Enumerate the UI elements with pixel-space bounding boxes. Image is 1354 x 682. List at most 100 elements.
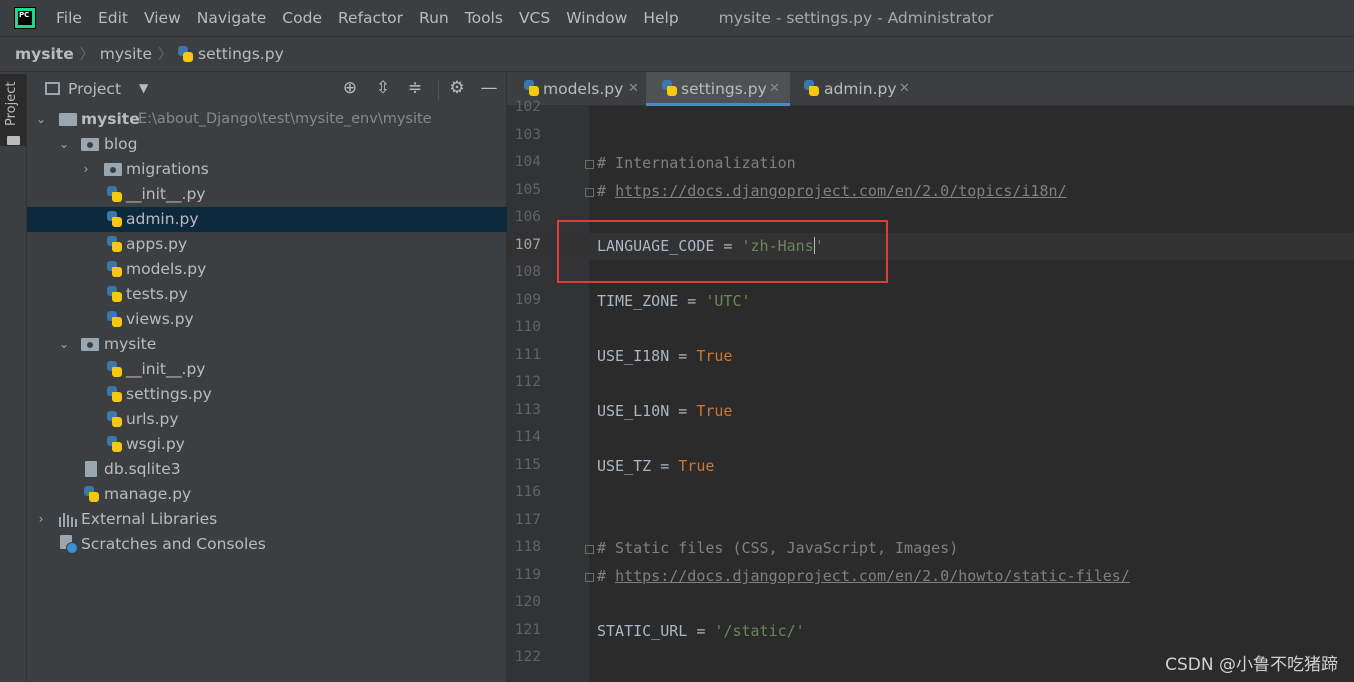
menu-navigate[interactable]: Navigate (197, 9, 267, 27)
tree-item-blog[interactable]: ⌄ blog (27, 132, 507, 157)
menu-code[interactable]: Code (282, 9, 322, 27)
close-icon[interactable]: ✕ (628, 72, 639, 106)
menu-view[interactable]: View (144, 9, 181, 27)
line-number: 109 (514, 292, 541, 308)
python-file-icon (107, 411, 122, 427)
tree-item-file[interactable]: settings.py (27, 382, 507, 407)
tree-item-label: models.py (126, 260, 207, 278)
python-file-icon (107, 186, 122, 202)
tree-item-label: manage.py (104, 485, 192, 503)
collapse-all-icon[interactable]: ≑ (405, 78, 425, 98)
tree-item-label: mysite (81, 110, 140, 128)
tree-item-file[interactable]: urls.py (27, 407, 507, 432)
project-tool-button[interactable]: Project (0, 74, 26, 146)
menu-refactor[interactable]: Refactor (338, 9, 403, 27)
tree-item-file[interactable]: tests.py (27, 282, 507, 307)
project-view-selector[interactable]: Project (68, 80, 121, 98)
gear-icon[interactable]: ⚙ (447, 78, 467, 98)
locate-file-icon[interactable]: ⊕ (340, 78, 360, 98)
menu-run[interactable]: Run (419, 9, 449, 27)
python-file-icon (107, 286, 122, 302)
expand-all-icon[interactable]: ⇳ (373, 78, 393, 98)
tree-item-file-selected[interactable]: admin.py (27, 207, 507, 232)
scratches-icon (60, 535, 78, 554)
chevron-down-icon[interactable]: ⌄ (35, 107, 47, 132)
folder-icon (59, 113, 77, 126)
code-line: USE_TZ = True (597, 457, 715, 475)
tree-item-label: Scratches and Consoles (81, 535, 266, 553)
tab-label: admin.py (824, 80, 897, 98)
tree-item-external-libraries[interactable]: › External Libraries (27, 507, 507, 532)
python-file-icon (804, 80, 819, 96)
chevron-right-icon[interactable]: › (80, 157, 92, 182)
chevron-down-icon[interactable]: ⌄ (58, 132, 70, 157)
menu-file[interactable]: File (56, 9, 82, 27)
tree-item-file[interactable]: wsgi.py (27, 432, 507, 457)
tab-label: models.py (543, 80, 624, 98)
pycharm-logo-icon: PC (14, 7, 36, 29)
python-file-icon (84, 486, 99, 502)
hide-panel-icon[interactable]: — (479, 78, 499, 98)
fold-marker-icon[interactable] (585, 573, 594, 582)
tree-item-label: External Libraries (81, 510, 218, 528)
project-tool-label: Project (4, 81, 19, 126)
tree-item-label: blog (104, 135, 138, 153)
code-line: USE_L10N = True (597, 402, 733, 420)
database-file-icon (84, 461, 99, 477)
tree-item-file[interactable]: manage.py (27, 482, 507, 507)
code-line: # https://docs.djangoproject.com/en/2.0/… (597, 182, 1067, 200)
tree-item-file[interactable]: db.sqlite3 (27, 457, 507, 482)
fold-marker-icon[interactable] (585, 160, 594, 169)
tab-admin[interactable]: admin.py ✕ (790, 72, 920, 106)
line-number: 104 (514, 154, 541, 170)
code-line: # Static files (CSS, JavaScript, Images) (597, 539, 959, 557)
breadcrumb-file[interactable]: settings.py (198, 45, 284, 63)
tree-item-scratches[interactable]: Scratches and Consoles (27, 532, 507, 557)
docs-link[interactable]: https://docs.djangoproject.com/en/2.0/ho… (615, 567, 1130, 585)
tree-item-mysite-package[interactable]: ⌄ mysite (27, 332, 507, 357)
breadcrumb: mysite 〉 mysite 〉 settings.py (0, 36, 1354, 72)
dropdown-caret-icon[interactable]: ▼ (139, 81, 148, 95)
menu-edit[interactable]: Edit (98, 9, 128, 27)
tree-item-file[interactable]: models.py (27, 257, 507, 282)
tree-item-file[interactable]: views.py (27, 307, 507, 332)
python-file-icon (178, 46, 194, 62)
close-icon[interactable]: ✕ (899, 72, 910, 106)
tree-item-file[interactable]: apps.py (27, 232, 507, 257)
menu-window[interactable]: Window (566, 9, 627, 27)
tree-item-label: db.sqlite3 (104, 460, 181, 478)
menu-help[interactable]: Help (643, 9, 678, 27)
package-folder-icon (81, 138, 99, 151)
line-number: 103 (514, 127, 541, 143)
tree-item-mysite-root[interactable]: ⌄ mysite E:\about_Django\test\mysite_env… (27, 107, 507, 132)
chevron-right-icon[interactable]: › (35, 507, 47, 532)
line-number: 115 (514, 457, 541, 473)
line-number: 102 (514, 99, 541, 115)
breadcrumb-chevron-icon: 〉 (158, 47, 172, 63)
line-number: 106 (514, 209, 541, 225)
fold-marker-icon[interactable] (585, 188, 594, 197)
menu-tools[interactable]: Tools (465, 9, 503, 27)
python-file-icon (107, 211, 122, 227)
tree-item-file[interactable]: __init__.py (27, 357, 507, 382)
tree-item-label: apps.py (126, 235, 188, 253)
docs-link[interactable]: https://docs.djangoproject.com/en/2.0/to… (615, 182, 1067, 200)
tree-item-label: migrations (126, 160, 209, 178)
tab-settings[interactable]: settings.py ✕ (646, 72, 790, 106)
python-file-icon (107, 311, 122, 327)
line-number: 121 (514, 622, 541, 638)
tree-item-migrations[interactable]: › migrations (27, 157, 507, 182)
breadcrumb-folder[interactable]: mysite (100, 45, 152, 63)
tree-item-label: __init__.py (126, 360, 206, 378)
tree-item-file[interactable]: __init__.py (27, 182, 507, 207)
chevron-down-icon[interactable]: ⌄ (58, 332, 70, 357)
breadcrumb-project[interactable]: mysite (15, 45, 74, 63)
tree-item-label: urls.py (126, 410, 179, 428)
code-line: STATIC_URL = '/static/' (597, 622, 805, 640)
line-number: 113 (514, 402, 541, 418)
fold-marker-icon[interactable] (585, 545, 594, 554)
editor-tab-bar: models.py ✕ settings.py ✕ admin.py ✕ (507, 72, 1354, 106)
menu-vcs[interactable]: VCS (519, 9, 550, 27)
line-number-current: 107 (514, 237, 541, 253)
close-icon[interactable]: ✕ (769, 72, 780, 106)
